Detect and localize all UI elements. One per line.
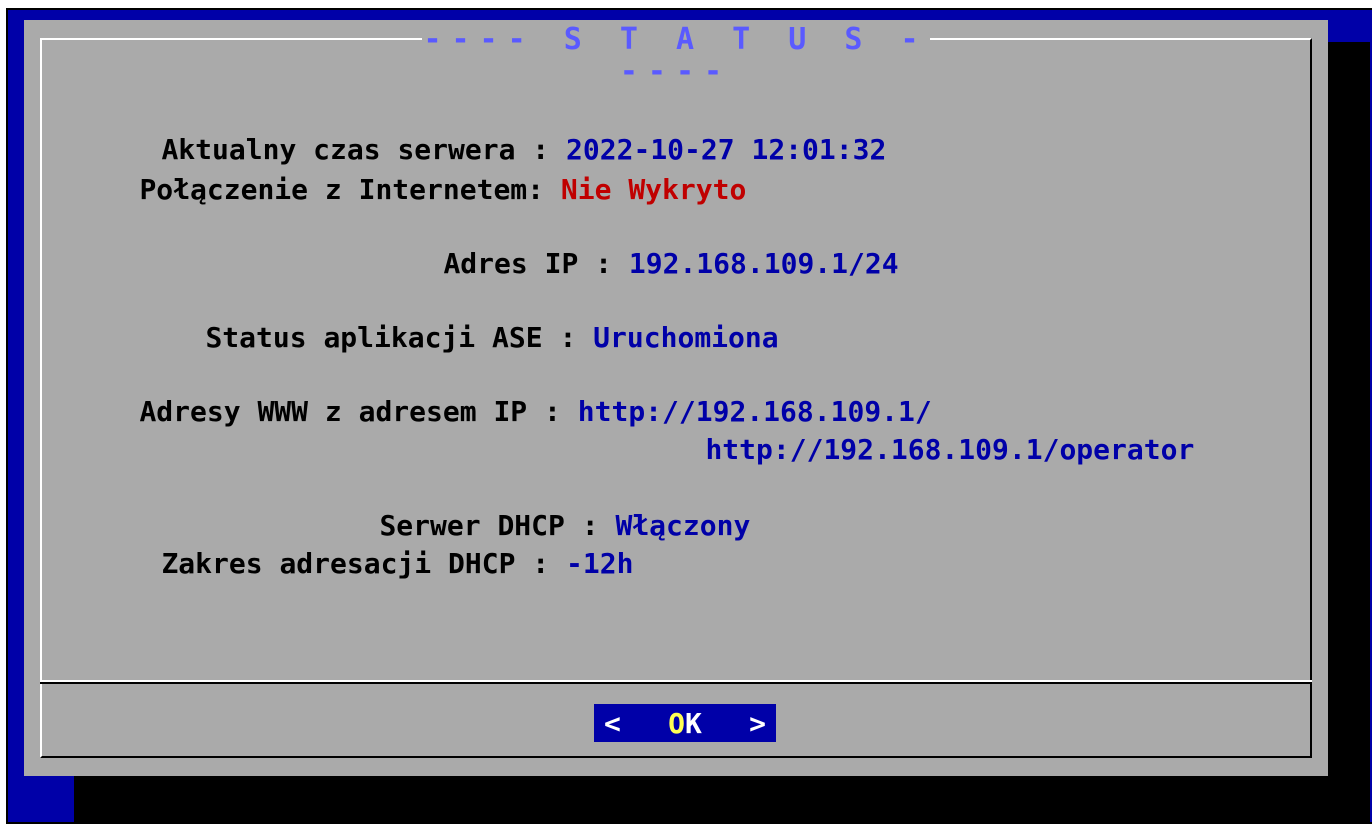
- ok-button[interactable]: < OK >: [594, 704, 776, 742]
- internet-value: Nie Wykryto: [560, 173, 747, 206]
- separator-colon: :: [527, 173, 561, 206]
- separator-colon: :: [542, 321, 594, 354]
- separator-colon: :: [527, 395, 578, 428]
- dhcp-range-row: Zakres adresacji DHCP : -12h: [94, 510, 633, 618]
- button-left-bracket: <: [604, 706, 621, 740]
- button-right-bracket: >: [749, 706, 766, 740]
- ip-address-value: 192.168.109.1/24: [628, 247, 899, 280]
- dhcp-range-value: -12h: [566, 547, 634, 580]
- ok-label-k: K: [685, 706, 702, 740]
- separator-colon: :: [578, 247, 629, 280]
- www-addresses-label: Adresy WWW z adresem IP: [139, 395, 528, 428]
- ok-label-o: O: [668, 706, 685, 740]
- button-separator: [40, 680, 1312, 684]
- status-dialog: ---- S T A T U S ----- Aktualny czas ser…: [24, 20, 1328, 776]
- ok-button-label: OK: [668, 707, 702, 740]
- dhcp-server-value: Włączony: [615, 509, 751, 542]
- dialog-shadow-bottom: [74, 776, 1370, 824]
- dialog-title: ---- S T A T U S -----: [422, 22, 930, 89]
- ase-status-label: Status aplikacji ASE: [205, 321, 543, 354]
- www-address-2: http://192.168.109.1/operator: [705, 433, 1195, 466]
- dialog-shadow-right: [1328, 42, 1370, 824]
- dhcp-range-label: Zakres adresacji DHCP: [161, 547, 516, 580]
- ip-address-label: Adres IP: [443, 247, 579, 280]
- internet-label: Połączenie z Internetem: [139, 173, 528, 206]
- separator-colon: :: [515, 547, 567, 580]
- ase-status-value: Uruchomiona: [593, 321, 779, 354]
